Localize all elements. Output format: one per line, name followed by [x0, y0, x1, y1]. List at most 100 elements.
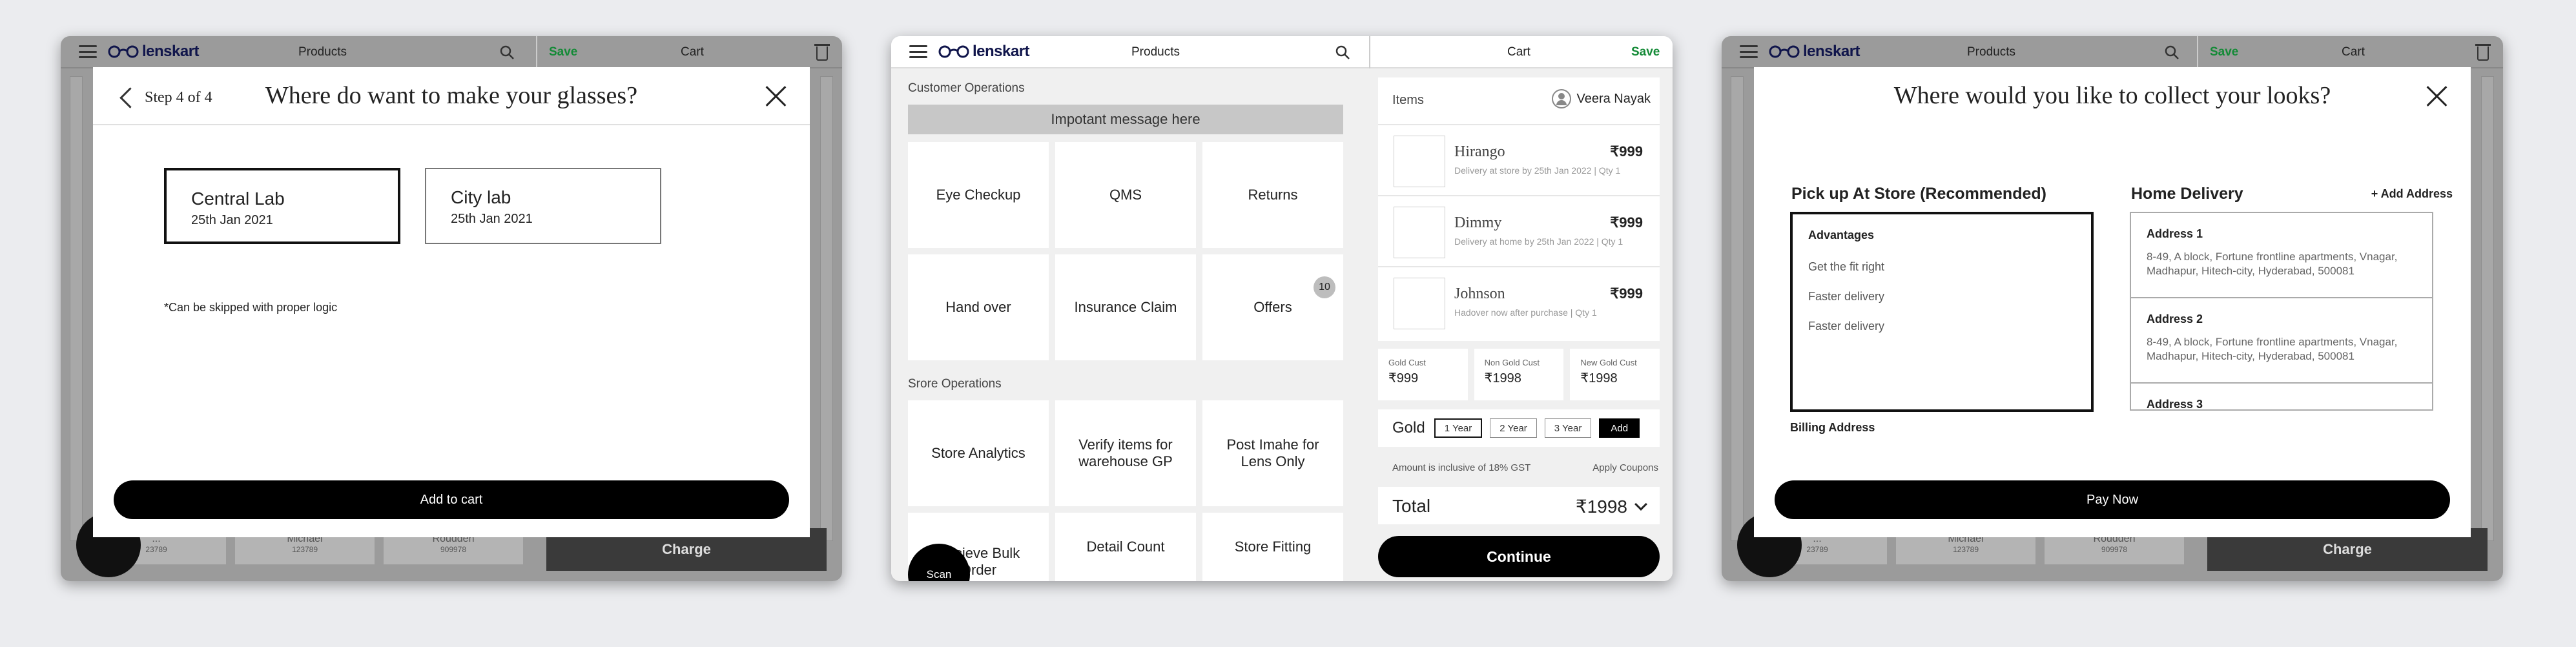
divider — [2197, 36, 2198, 68]
trash-icon[interactable] — [814, 44, 830, 61]
tablet-pos-home: lenskart Products Cart Save Customer Ope… — [891, 36, 1673, 581]
tile-detail-count[interactable]: Detail Count — [1055, 513, 1196, 581]
address-title: Address 2 — [2147, 313, 2203, 325]
bg-panel — [2481, 76, 2494, 541]
tile-store-fitting[interactable]: Store Fitting — [1202, 513, 1343, 581]
products-title: Products — [298, 45, 347, 59]
app-bar: lenskart Products Cart Save — [891, 36, 1673, 68]
year-option-1[interactable]: 1 Year — [1434, 418, 1483, 438]
search-icon[interactable] — [1335, 45, 1350, 59]
tier-value: ₹1998 — [1580, 371, 1618, 385]
tier-non-gold[interactable]: Non Gold Cust ₹1998 — [1474, 349, 1564, 400]
tablet-collect-looks: lenskart Products Save Cart ... 23789 Mic… — [1722, 36, 2503, 581]
close-icon[interactable] — [2426, 85, 2447, 107]
advantage-item: Get the fit right — [1808, 260, 1885, 273]
year-option-2[interactable]: 2 Year — [1490, 418, 1537, 438]
save-button[interactable]: Save — [549, 45, 577, 59]
brand-name: lenskart — [973, 43, 1030, 60]
tile-offers[interactable]: Offers 10 — [1202, 254, 1343, 360]
gold-membership-row: Gold 1 Year 2 Year 3 Year Add — [1378, 409, 1660, 447]
brand-logo: lenskart — [1768, 43, 1860, 61]
cart-title: Cart — [681, 45, 704, 59]
bg-panel — [1731, 76, 1744, 541]
apply-coupons-link[interactable]: Apply Coupons — [1592, 462, 1658, 473]
lab-date: 25th Jan 2021 — [191, 213, 273, 227]
address-item[interactable]: Address 1 8-49, A block, Fortune frontli… — [2131, 213, 2432, 298]
pickup-title: Pick up At Store (Recommended) — [1791, 185, 2046, 203]
add-to-cart-button[interactable]: Add to cart — [114, 480, 789, 519]
tier-value: ₹999 — [1388, 371, 1419, 385]
add-address-button[interactable]: + Add Address — [2371, 187, 2453, 201]
divider — [1369, 36, 1370, 68]
brand-name: lenskart — [142, 43, 200, 60]
item-name: Dimmy — [1454, 214, 1502, 231]
tile-qms[interactable]: QMS — [1055, 142, 1196, 248]
tile-returns[interactable]: Returns — [1202, 142, 1343, 248]
tier-gold[interactable]: Gold Cust ₹999 — [1378, 349, 1468, 400]
modal-header: Step 4 of 4 Where do want to make your g… — [93, 67, 810, 125]
app-bar: lenskart Products Save Cart — [1722, 36, 2503, 68]
user-icon — [1552, 89, 1572, 108]
item-price: ₹999 — [1610, 285, 1643, 302]
advantage-item: Faster delivery — [1808, 290, 1885, 303]
cart-title: Cart — [1507, 45, 1530, 59]
item-name: Johnson — [1454, 285, 1505, 302]
products-title: Products — [1131, 45, 1180, 59]
save-button[interactable]: Save — [2210, 45, 2238, 59]
menu-icon[interactable] — [909, 45, 927, 58]
menu-icon[interactable] — [1740, 45, 1758, 58]
lab-date: 25th Jan 2021 — [451, 212, 533, 226]
address-item[interactable]: Address 2 8-49, A block, Fortune frontli… — [2131, 298, 2432, 384]
trash-icon[interactable] — [2475, 44, 2491, 61]
search-icon[interactable] — [500, 45, 514, 59]
search-icon[interactable] — [2165, 45, 2179, 59]
year-option-3[interactable]: 3 Year — [1544, 418, 1592, 438]
total-row[interactable]: Total ₹1998 — [1378, 487, 1660, 524]
bg-panel — [70, 76, 83, 541]
save-button[interactable]: Save — [1631, 45, 1660, 59]
tile-store-analytics[interactable]: Store Analytics — [908, 400, 1049, 506]
address-text: 8-49, A block, Fortune frontline apartme… — [2147, 251, 2398, 277]
tier-label: New Gold Cust — [1580, 358, 1637, 367]
pay-now-button[interactable]: Pay Now — [1775, 480, 2450, 519]
billing-address-label[interactable]: Billing Address — [1790, 421, 1875, 435]
item-desc: Hadover now after purchase | Qty 1 — [1454, 307, 1597, 318]
tier-value: ₹1998 — [1484, 371, 1521, 385]
cart-title: Cart — [2342, 45, 2365, 59]
lab-option-central[interactable]: Central Lab 25th Jan 2021 — [164, 168, 400, 244]
cart-item[interactable]: Hirango Delivery at store by 25th Jan 20… — [1378, 124, 1660, 195]
gst-note: Amount is inclusive of 18% GST — [1392, 462, 1531, 473]
product-thumbnail — [1394, 207, 1445, 258]
advantage-item: Faster delivery — [1808, 320, 1885, 333]
pos-body: Customer Operations Impotant message her… — [891, 68, 1673, 581]
tile-verify-items[interactable]: Verify items for warehouse GP — [1055, 400, 1196, 506]
tile-hand-over[interactable]: Hand over — [908, 254, 1049, 360]
cart-item[interactable]: Johnson Hadover now after purchase | Qty… — [1378, 266, 1660, 337]
lab-select-modal: Step 4 of 4 Where do want to make your g… — [93, 67, 810, 537]
cart-item[interactable]: Dimmy Delivery at home by 25th Jan 2022 … — [1378, 195, 1660, 266]
cart-items: Items Veera Nayak Hirango Delivery at st… — [1378, 77, 1660, 341]
chevron-down-icon[interactable] — [1634, 498, 1647, 511]
home-delivery-title: Home Delivery — [2131, 185, 2243, 203]
tile-label: Offers — [1253, 299, 1292, 315]
address-list: Address 1 8-49, A block, Fortune frontli… — [2130, 212, 2433, 411]
items-label: Items — [1392, 93, 1424, 107]
total-label: Total — [1392, 496, 1431, 516]
address-item[interactable]: Address 3 — [2131, 384, 2432, 409]
lab-option-city[interactable]: City lab 25th Jan 2021 — [425, 168, 661, 244]
tile-post-image[interactable]: Post Imahe for Lens Only — [1202, 400, 1343, 506]
customer[interactable]: Veera Nayak — [1552, 89, 1651, 108]
pickup-option[interactable]: Advantages Get the fit right Faster deli… — [1790, 212, 2094, 412]
menu-icon[interactable] — [79, 45, 97, 58]
continue-button[interactable]: Continue — [1378, 536, 1660, 577]
close-icon[interactable] — [765, 85, 787, 107]
section-title: Srore Operations — [908, 377, 1002, 391]
tile-insurance-claim[interactable]: Insurance Claim — [1055, 254, 1196, 360]
tier-label: Non Gold Cust — [1484, 358, 1540, 367]
add-gold-button[interactable]: Add — [1599, 418, 1640, 438]
tile-eye-checkup[interactable]: Eye Checkup — [908, 142, 1049, 248]
tablet-step4-lab-select: lenskart Products Save Cart ... 23789 Mic… — [61, 36, 842, 581]
glasses-icon — [1769, 45, 1800, 58]
tier-new-gold[interactable]: New Gold Cust ₹1998 — [1570, 349, 1660, 400]
section-title: Customer Operations — [908, 81, 1025, 95]
